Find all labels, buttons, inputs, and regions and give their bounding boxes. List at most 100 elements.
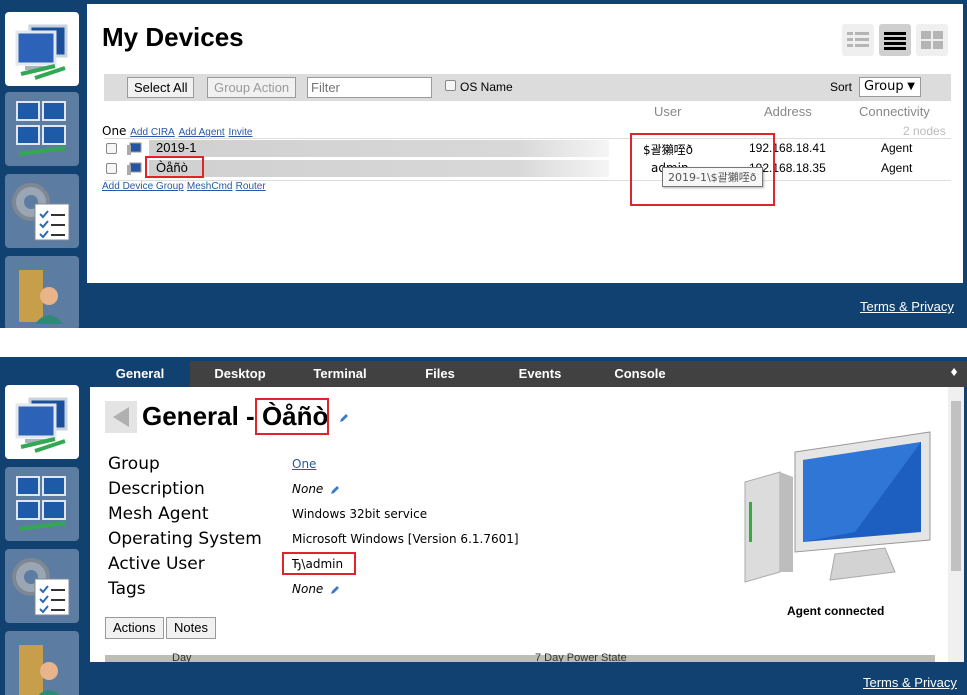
row-checkbox[interactable] bbox=[106, 143, 117, 154]
user-folder-icon bbox=[19, 645, 60, 695]
tags-text: None bbox=[292, 582, 324, 596]
description-label: Description bbox=[108, 479, 205, 499]
nav-my-devices[interactable] bbox=[5, 12, 79, 86]
group-header: One Add CIRA Add Agent Invite bbox=[102, 124, 252, 138]
pencil-icon[interactable] bbox=[330, 485, 340, 495]
tab-general[interactable]: General bbox=[90, 361, 190, 387]
tab-files[interactable]: Files bbox=[390, 361, 490, 387]
tab-menu-icon[interactable]: ♦ bbox=[949, 366, 959, 379]
add-device-group-link[interactable]: Add Device Group bbox=[102, 181, 184, 192]
footer: Terms & Privacy bbox=[87, 283, 967, 328]
tab-console[interactable]: Console bbox=[590, 361, 690, 387]
bottom-links: Add Device Group MeshCmd Router bbox=[102, 181, 266, 192]
nav-settings[interactable] bbox=[5, 549, 79, 623]
actions-button[interactable]: Actions bbox=[105, 617, 164, 639]
router-link[interactable]: Router bbox=[236, 181, 266, 192]
active-user-label: Active User bbox=[108, 554, 205, 574]
row-checkbox[interactable] bbox=[106, 163, 117, 174]
device-general-panel: General Desktop Terminal Files Events Co… bbox=[0, 357, 967, 695]
group-action-button[interactable]: Group Action bbox=[207, 77, 297, 98]
devices-grid-icon bbox=[16, 476, 66, 531]
tab-desktop[interactable]: Desktop bbox=[190, 361, 290, 387]
computer-illustration-icon bbox=[744, 431, 931, 583]
pencil-icon[interactable] bbox=[339, 413, 349, 423]
compact-view-icon bbox=[884, 32, 906, 50]
devices-grid-icon bbox=[16, 101, 66, 156]
tags-value[interactable]: None bbox=[292, 582, 340, 596]
footer: Terms & Privacy bbox=[90, 662, 967, 695]
column-connectivity: Connectivity bbox=[859, 104, 930, 119]
description-text: None bbox=[292, 482, 324, 496]
select-all-button[interactable]: Select All bbox=[127, 77, 195, 98]
scrollbar[interactable] bbox=[948, 387, 964, 662]
pencil-icon[interactable] bbox=[330, 585, 340, 595]
terms-privacy-link[interactable]: Terms & Privacy bbox=[860, 299, 954, 314]
device-general-content: General - Òåñò Group One Description Non… bbox=[90, 387, 948, 665]
devices-toolbar: Select All Group Action OS Name Sort Gro… bbox=[104, 74, 951, 101]
user-folder-icon bbox=[19, 270, 63, 324]
device-name[interactable]: 2019-1 bbox=[156, 140, 196, 155]
nav-device-groups[interactable] bbox=[5, 92, 79, 166]
title-prefix: General - bbox=[142, 401, 262, 431]
nav-users[interactable] bbox=[5, 631, 79, 695]
group-underline bbox=[104, 138, 951, 139]
scrollbar-thumb[interactable] bbox=[951, 401, 961, 571]
sort-select-value: Group bbox=[864, 79, 904, 94]
mesh-agent-value: Windows 32bit service bbox=[292, 507, 428, 521]
row-bar bbox=[149, 160, 609, 177]
nav-my-devices[interactable] bbox=[5, 385, 79, 459]
meshcmd-link[interactable]: MeshCmd bbox=[187, 181, 233, 192]
page-title: My Devices bbox=[102, 22, 244, 52]
my-devices-panel: My Devices Select All Group Action Filte… bbox=[0, 0, 967, 328]
nav-users[interactable] bbox=[5, 256, 79, 328]
tab-events[interactable]: Events bbox=[490, 361, 590, 387]
highlight-title-device-name bbox=[255, 398, 329, 435]
sort-label: Sort bbox=[830, 80, 853, 94]
highlight-active-user bbox=[282, 552, 356, 575]
highlight-user-column bbox=[630, 133, 775, 206]
agent-status: Agent connected bbox=[787, 604, 885, 618]
node-count: 2 nodes bbox=[903, 124, 946, 138]
group-value[interactable]: One bbox=[292, 457, 316, 471]
table-row[interactable]: Òåñò admin 192.168.18.35 Agent bbox=[104, 160, 951, 178]
settings-gear-icon bbox=[12, 183, 70, 241]
group-label: Group bbox=[108, 454, 160, 474]
device-connectivity: Agent bbox=[881, 141, 913, 155]
os-name-label: OS Name bbox=[460, 80, 513, 94]
settings-gear-icon bbox=[12, 558, 70, 616]
invite-link[interactable]: Invite bbox=[229, 127, 253, 138]
operating-system-label: Operating System bbox=[108, 529, 262, 549]
computer-icon bbox=[127, 162, 142, 175]
table-row[interactable]: 2019-1 $괄獺咥ð 192.168.18.41 Agent bbox=[104, 140, 951, 158]
list-view-icon bbox=[847, 32, 869, 47]
sort-select[interactable]: Group ▼ bbox=[859, 77, 921, 97]
back-arrow-icon bbox=[113, 407, 129, 427]
device-connectivity: Agent bbox=[881, 161, 913, 175]
highlight-device-name bbox=[145, 156, 204, 178]
column-user: User bbox=[654, 104, 682, 119]
chevron-down-icon: ▼ bbox=[907, 81, 915, 92]
view-compact-button[interactable] bbox=[879, 24, 911, 56]
filter-input[interactable] bbox=[307, 77, 432, 98]
column-address: Address bbox=[764, 104, 812, 119]
add-agent-link[interactable]: Add Agent bbox=[179, 127, 225, 138]
computers-icon bbox=[15, 24, 68, 80]
my-devices-content: My Devices Select All Group Action Filte… bbox=[87, 4, 963, 283]
nav-settings[interactable] bbox=[5, 174, 79, 248]
view-tiles-button[interactable] bbox=[916, 24, 948, 56]
group-name: One bbox=[102, 124, 127, 138]
view-list-button[interactable] bbox=[842, 24, 874, 56]
description-value[interactable]: None bbox=[292, 482, 340, 496]
nav-device-groups[interactable] bbox=[5, 467, 79, 541]
mesh-agent-label: Mesh Agent bbox=[108, 504, 209, 524]
add-cira-link[interactable]: Add CIRA bbox=[130, 127, 174, 138]
back-button[interactable] bbox=[105, 401, 137, 433]
computer-icon bbox=[127, 142, 142, 155]
operating-system-value: Microsoft Windows [Version 6.1.7601] bbox=[292, 532, 519, 546]
notes-button[interactable]: Notes bbox=[166, 617, 216, 639]
tab-terminal[interactable]: Terminal bbox=[290, 361, 390, 387]
terms-privacy-link[interactable]: Terms & Privacy bbox=[863, 675, 957, 690]
computers-icon bbox=[15, 397, 68, 453]
os-name-checkbox[interactable] bbox=[445, 80, 456, 91]
device-tabs: General Desktop Terminal Files Events Co… bbox=[90, 361, 967, 387]
